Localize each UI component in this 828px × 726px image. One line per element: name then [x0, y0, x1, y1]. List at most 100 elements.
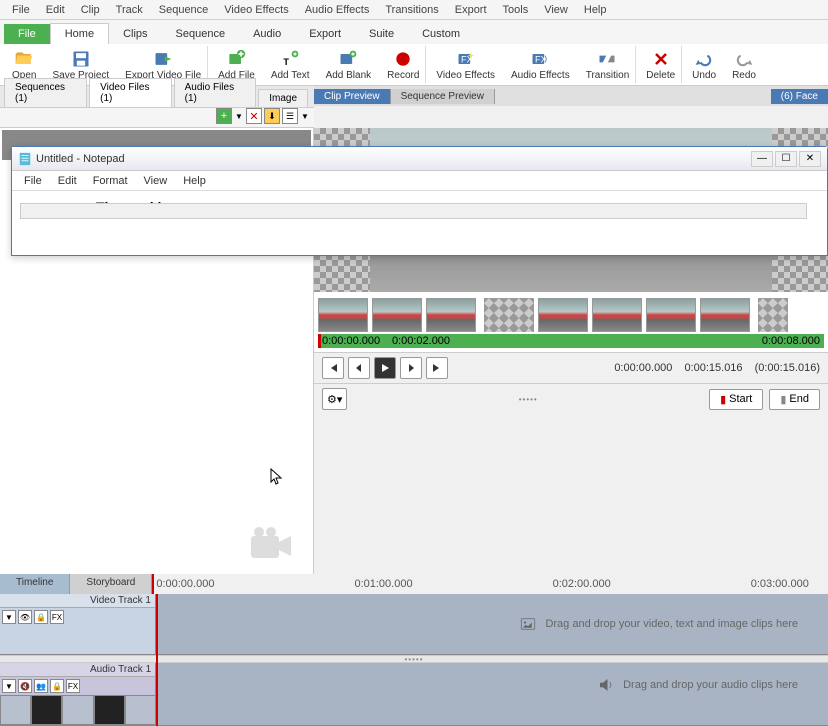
video-track-body[interactable]: Drag and drop your video, text and image… [156, 594, 828, 654]
redo-button[interactable]: Redo [726, 46, 762, 83]
menu-video-effects[interactable]: Video Effects [216, 2, 296, 18]
add-icon-btn[interactable]: + [216, 108, 232, 124]
timeline-playhead[interactable] [156, 594, 158, 726]
clip-thumb[interactable] [318, 298, 368, 332]
track-expand-icon[interactable]: ▼ [2, 610, 16, 624]
clip-thumb[interactable] [538, 298, 588, 332]
clip-timebar[interactable]: 0:00:00.000 0:00:02.000 0:00:08.000 [318, 334, 824, 348]
menu-transitions[interactable]: Transitions [377, 2, 446, 18]
track-fx-icon[interactable]: FX [66, 679, 80, 693]
menu-view[interactable]: View [536, 2, 576, 18]
notepad-text-area[interactable]: Thecrackbox.com [12, 191, 827, 223]
track-visible-icon[interactable]: 👁 [18, 610, 32, 624]
transition-button[interactable]: Transition [580, 46, 637, 83]
menu-help[interactable]: Help [576, 2, 615, 18]
clip-playhead[interactable] [318, 334, 321, 348]
menu-audio-effects[interactable]: Audio Effects [297, 2, 378, 18]
ruler-t3: 0:03:00.000 [751, 578, 809, 590]
notepad-menu-help[interactable]: Help [175, 173, 214, 189]
track-divider[interactable]: ••••• [0, 655, 828, 663]
ribbon-tab-audio[interactable]: Audio [239, 24, 295, 44]
add-blank-button[interactable]: Add Blank [320, 46, 378, 83]
notepad-menu-edit[interactable]: Edit [50, 173, 85, 189]
video-effects-button[interactable]: FX Video Effects [430, 46, 501, 83]
clip-time-0: 0:00:00.000 [322, 335, 380, 347]
ribbon-tab-suite[interactable]: Suite [355, 24, 408, 44]
list-view-icon-btn[interactable]: ☰ [282, 108, 298, 124]
skip-start-button[interactable] [322, 357, 344, 379]
clip-filmstrip: 0:00:00.000 0:00:02.000 0:00:08.000 [314, 292, 828, 352]
add-file-icon [226, 49, 246, 69]
step-forward-button[interactable] [400, 357, 422, 379]
clip-thumb[interactable] [426, 298, 476, 332]
clip-thumb[interactable] [646, 298, 696, 332]
record-label: Record [387, 70, 419, 81]
resize-handle-dots[interactable]: ••••• [519, 395, 538, 404]
notepad-window[interactable]: Untitled - Notepad — ☐ ✕ File Edit Forma… [11, 146, 828, 256]
notepad-menu-file[interactable]: File [16, 173, 50, 189]
ribbon-tab-sequence[interactable]: Sequence [162, 24, 240, 44]
skip-end-button[interactable] [426, 357, 448, 379]
track-mute-icon[interactable]: 🔇 [18, 679, 32, 693]
record-icon [393, 49, 413, 69]
mark-start-button[interactable]: ▮Start [709, 389, 763, 410]
menu-sequence[interactable]: Sequence [151, 2, 217, 18]
notepad-menu-format[interactable]: Format [85, 173, 136, 189]
clip-thumb[interactable] [592, 298, 642, 332]
tab-audio-files[interactable]: Audio Files (1) [174, 78, 257, 107]
dropdown-icon-btn[interactable]: ▼ [234, 108, 244, 124]
step-forward-icon [405, 362, 417, 374]
maximize-button[interactable]: ☐ [775, 151, 797, 167]
audio-effects-button[interactable]: FX Audio Effects [505, 46, 576, 83]
undo-button[interactable]: Undo [686, 46, 722, 83]
close-button[interactable]: ✕ [799, 151, 821, 167]
tab-sequence-preview[interactable]: Sequence Preview [391, 89, 495, 104]
menu-tools[interactable]: Tools [495, 2, 537, 18]
menu-edit[interactable]: Edit [38, 2, 73, 18]
step-back-button[interactable] [348, 357, 370, 379]
notepad-scrollbar[interactable] [20, 203, 807, 219]
video-track-header: Video Track 1 ▼ 👁 🔒 FX [0, 594, 156, 654]
menu-track[interactable]: Track [108, 2, 151, 18]
speaker-icon [597, 676, 615, 694]
track-lock-icon[interactable]: 🔒 [34, 610, 48, 624]
tab-timeline[interactable]: Timeline [0, 574, 70, 594]
tab-storyboard[interactable]: Storyboard [70, 574, 152, 594]
menu-export[interactable]: Export [447, 2, 495, 18]
insert-icon-btn[interactable]: ⬇ [264, 108, 280, 124]
audio-track-body[interactable]: Drag and drop your audio clips here [156, 663, 828, 707]
clip-thumb[interactable] [700, 298, 750, 332]
dropdown2-icon-btn[interactable]: ▼ [300, 108, 310, 124]
video-hint-text: Drag and drop your video, text and image… [545, 618, 798, 630]
menu-file[interactable]: File [4, 2, 38, 18]
notepad-titlebar[interactable]: Untitled - Notepad — ☐ ✕ [12, 147, 827, 171]
ribbon-tab-clips[interactable]: Clips [109, 24, 161, 44]
timeline-ruler[interactable]: 0:00:00.000 0:01:00.000 0:02:00.000 0:03… [152, 574, 828, 594]
remove-icon-btn[interactable]: ✕ [246, 108, 262, 124]
ruler-playhead[interactable] [152, 574, 154, 594]
clip-thumb[interactable] [372, 298, 422, 332]
play-button[interactable] [374, 357, 396, 379]
track-expand-icon[interactable]: ▼ [2, 679, 16, 693]
tab-sequences[interactable]: Sequences (1) [4, 78, 87, 107]
add-text-button[interactable]: T Add Text [265, 46, 316, 83]
minimize-button[interactable]: — [751, 151, 773, 167]
ribbon-tab-file[interactable]: File [4, 24, 50, 44]
delete-button[interactable]: Delete [640, 46, 682, 83]
tab-clip-preview[interactable]: Clip Preview [314, 89, 391, 104]
menu-clip[interactable]: Clip [73, 2, 108, 18]
save-icon [71, 49, 91, 69]
track-fx-icon[interactable]: FX [50, 610, 64, 624]
options-button[interactable]: ⚙▾ [322, 388, 347, 410]
tab-image[interactable]: Image [258, 89, 308, 107]
ribbon-tab-custom[interactable]: Custom [408, 24, 474, 44]
mark-end-button[interactable]: ▮End [769, 389, 820, 410]
ribbon-tab-home[interactable]: Home [50, 23, 109, 44]
track-solo-icon[interactable]: 👥 [34, 679, 48, 693]
record-button[interactable]: Record [381, 46, 426, 83]
ribbon-tab-export[interactable]: Export [295, 24, 355, 44]
tab-video-files[interactable]: Video Files (1) [89, 78, 171, 107]
track-lock-icon[interactable]: 🔒 [50, 679, 64, 693]
preview-right-label: (6) Face [771, 89, 828, 104]
notepad-menu-view[interactable]: View [136, 173, 176, 189]
